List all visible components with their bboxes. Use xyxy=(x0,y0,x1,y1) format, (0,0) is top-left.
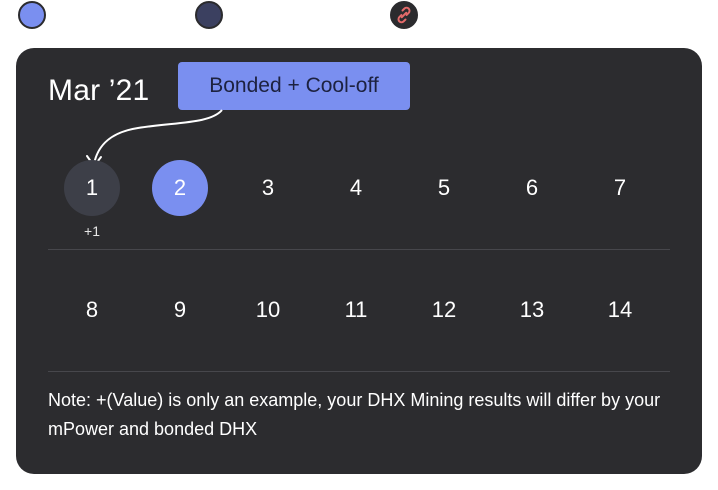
day-cell[interactable]: 2 xyxy=(152,160,208,216)
day-cell[interactable]: 9 xyxy=(152,282,208,338)
status-dot-inactive[interactable] xyxy=(195,1,223,29)
day-cell[interactable]: 5 xyxy=(416,160,472,216)
day-cell[interactable]: 10 xyxy=(240,282,296,338)
day-cell[interactable]: 6 xyxy=(504,160,560,216)
day-cell[interactable]: 3 xyxy=(240,160,296,216)
status-dot-active[interactable] xyxy=(18,1,46,29)
day-cell[interactable]: 1 xyxy=(64,160,120,216)
week-divider xyxy=(48,249,670,250)
day-cell[interactable]: 11 xyxy=(328,282,384,338)
mining-note: Note: +(Value) is only an example, your … xyxy=(48,390,661,439)
calendar-week-1: 1 +1 2 3 4 5 6 7 xyxy=(48,160,670,250)
day-cell[interactable]: 13 xyxy=(504,282,560,338)
status-dot-broken-link[interactable] xyxy=(390,1,418,29)
day-cell[interactable]: 14 xyxy=(592,282,648,338)
month-title: Mar ’21 xyxy=(48,74,150,107)
broken-link-icon xyxy=(397,6,411,24)
day-cell[interactable]: 7 xyxy=(592,160,648,216)
week-divider xyxy=(48,371,670,372)
calendar-screen: Mar ’21 Bonded + Cool-off 1 +1 2 3 4 5 6… xyxy=(0,0,718,490)
day-cell[interactable]: 4 xyxy=(328,160,384,216)
day-reward-delta: +1 xyxy=(84,223,100,239)
day-cell[interactable]: 8 xyxy=(64,282,120,338)
calendar-card: Mar ’21 Bonded + Cool-off 1 +1 2 3 4 5 6… xyxy=(16,48,702,474)
day-cell[interactable]: 12 xyxy=(416,282,472,338)
bonded-cool-off-tooltip: Bonded + Cool-off xyxy=(178,62,410,110)
calendar-week-2: 8 9 10 11 12 13 14 xyxy=(48,282,670,372)
